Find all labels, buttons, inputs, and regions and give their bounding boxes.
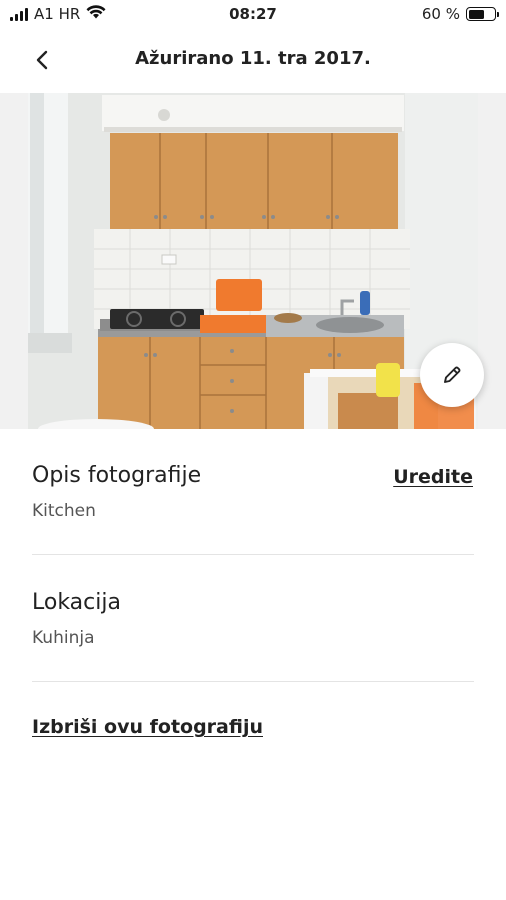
- divider: [32, 681, 474, 682]
- header: Ažurirano 11. tra 2017.: [0, 30, 506, 90]
- location-title: Lokacija: [32, 590, 121, 615]
- battery-icon: [466, 7, 499, 21]
- edit-description-link[interactable]: Uredite: [393, 466, 473, 488]
- divider: [32, 554, 474, 555]
- battery-percent: 60 %: [421, 5, 460, 23]
- delete-photo-link[interactable]: Izbriši ovu fotografiju: [32, 716, 263, 738]
- status-bar: A1 HR 08:27 60 %: [0, 0, 506, 30]
- page-title: Ažurirano 11. tra 2017.: [135, 48, 371, 69]
- pencil-icon: [444, 366, 461, 383]
- description-value: Kitchen: [32, 501, 96, 521]
- battery-level: [468, 9, 484, 19]
- edit-photo-button[interactable]: [420, 343, 484, 407]
- location-value: Kuhinja: [32, 628, 95, 648]
- status-bar-right: 60 %: [421, 5, 499, 23]
- description-title: Opis fotografije: [32, 463, 202, 488]
